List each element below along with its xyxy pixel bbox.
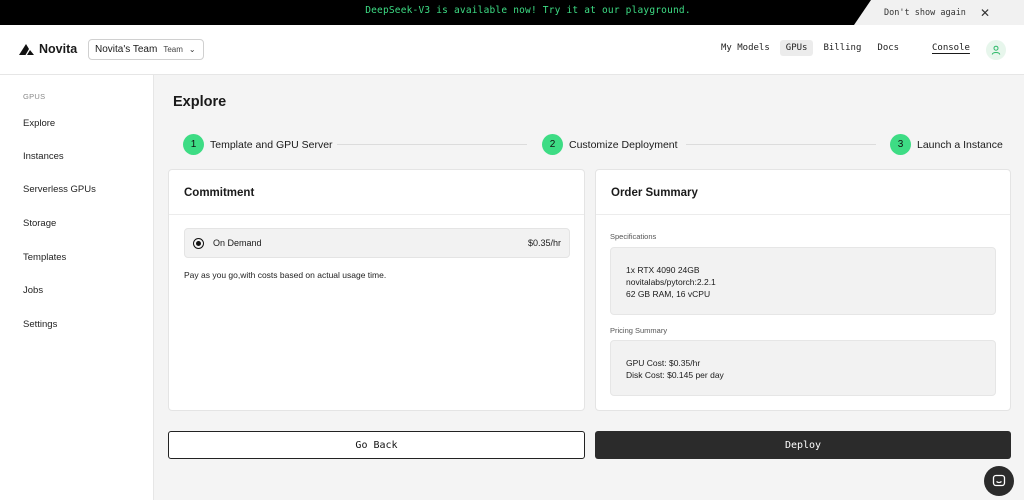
user-icon [991, 45, 1001, 55]
commitment-title: Commitment [184, 187, 255, 199]
specifications-box: 1x RTX 4090 24GB novitalabs/pytorch:2.2.… [610, 247, 996, 315]
nav-billing[interactable]: Billing [817, 40, 867, 56]
on-demand-option[interactable]: On Demand $0.35/hr [184, 228, 570, 258]
option-label: On Demand [213, 238, 262, 248]
nav-gpus[interactable]: GPUs [779, 40, 814, 56]
option-description: Pay as you go,with costs based on actual… [184, 270, 387, 280]
announcement-banner: DeepSeek-V3 is available now! Try it at … [0, 0, 1024, 25]
card-divider [169, 214, 584, 215]
radio-selected-icon[interactable] [193, 237, 204, 249]
pricing-summary-label: Pricing Summary [610, 326, 668, 335]
nav-docs[interactable]: Docs [871, 40, 905, 56]
banner-actions: Don't show again ✕ [854, 0, 1024, 25]
gpu-cost: GPU Cost: $0.35/hr [626, 358, 701, 368]
sidebar-item-explore[interactable]: Explore [23, 118, 55, 129]
nav-my-models[interactable]: My Models [715, 40, 776, 56]
team-badge: Team [163, 45, 183, 54]
chevron-down-icon: ⌄ [188, 45, 196, 54]
specifications-label: Specifications [610, 232, 657, 241]
sidebar-item-jobs[interactable]: Jobs [23, 285, 43, 296]
sidebar: GPUS Explore Instances Serverless GPUs S… [0, 75, 154, 500]
card-divider [596, 214, 1010, 215]
dont-show-again-link[interactable]: Don't show again [884, 8, 966, 18]
pricing-box: GPU Cost: $0.35/hr Disk Cost: $0.145 per… [610, 340, 996, 396]
step-number: 2 [542, 134, 563, 155]
option-price: $0.35/hr [527, 238, 561, 248]
chat-bubble-icon [992, 474, 1006, 487]
order-summary-card: Order Summary Specifications 1x RTX 4090… [595, 169, 1011, 411]
step-label: Launch a Instance [917, 138, 1003, 151]
step-2: 2 Customize Deployment [542, 134, 678, 155]
spec-resources: 62 GB RAM, 16 vCPU [626, 289, 711, 299]
chat-support-button[interactable] [984, 466, 1014, 496]
step-label: Template and GPU Server [210, 138, 333, 151]
step-number: 3 [890, 134, 911, 155]
brand-name: Novita [39, 42, 78, 56]
step-1: 1 Template and GPU Server [183, 134, 333, 155]
team-name: Novita's Team [95, 44, 158, 55]
disk-cost: Disk Cost: $0.145 per day [626, 370, 724, 380]
page-title: Explore [173, 94, 227, 110]
commitment-card: Commitment On Demand $0.35/hr Pay as you… [168, 169, 585, 411]
close-icon[interactable]: ✕ [980, 7, 990, 19]
novita-logo-icon [19, 43, 34, 55]
step-3: 3 Launch a Instance [890, 134, 1003, 155]
sidebar-item-serverless-gpus[interactable]: Serverless GPUs [23, 184, 96, 195]
sidebar-section-label: GPUS [23, 92, 46, 101]
top-nav: My Models GPUs Billing Docs [715, 40, 905, 56]
step-connector [686, 144, 876, 145]
step-connector [337, 144, 527, 145]
sidebar-item-storage[interactable]: Storage [23, 218, 56, 229]
step-label: Customize Deployment [569, 138, 678, 151]
sidebar-item-templates[interactable]: Templates [23, 252, 66, 263]
user-avatar[interactable] [986, 40, 1006, 60]
sidebar-item-instances[interactable]: Instances [23, 151, 64, 162]
top-header: Novita Novita's Team Team ⌄ My Models GP… [0, 25, 1024, 75]
spec-image: novitalabs/pytorch:2.2.1 [626, 277, 716, 287]
order-summary-title: Order Summary [611, 187, 698, 199]
sidebar-item-settings[interactable]: Settings [23, 319, 57, 330]
brand-logo[interactable]: Novita [19, 42, 77, 56]
team-selector[interactable]: Novita's Team Team ⌄ [88, 39, 204, 60]
step-number: 1 [183, 134, 204, 155]
deploy-button[interactable]: Deploy [595, 431, 1011, 459]
spec-gpu: 1x RTX 4090 24GB [626, 265, 700, 275]
console-link[interactable]: Console [932, 43, 970, 53]
go-back-button[interactable]: Go Back [168, 431, 585, 459]
